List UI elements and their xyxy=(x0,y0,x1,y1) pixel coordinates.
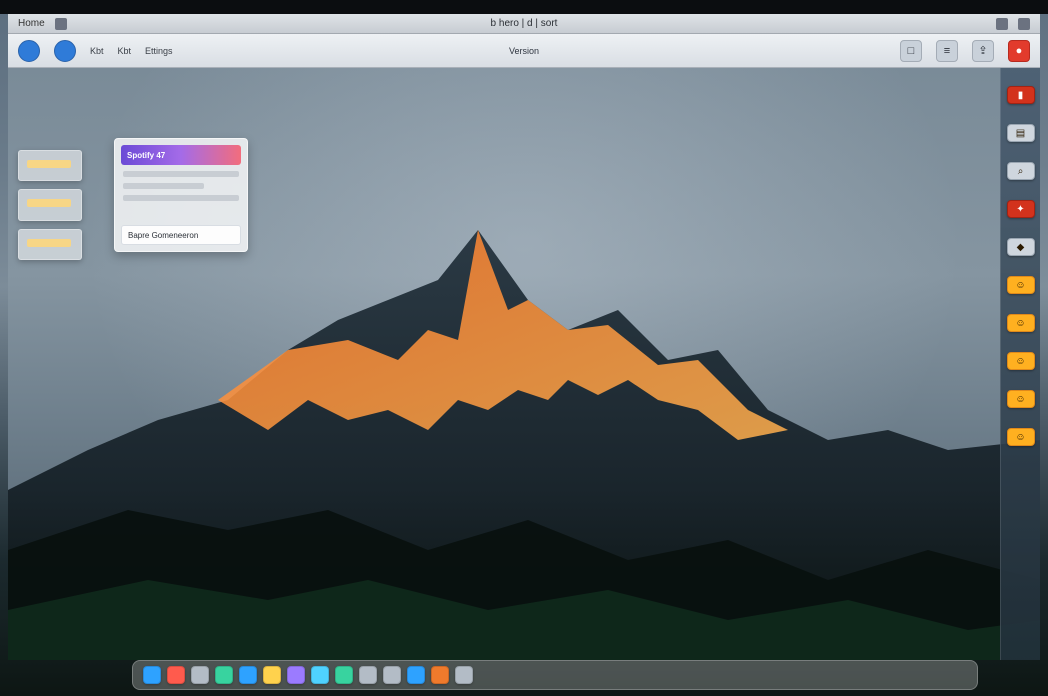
circle-button[interactable] xyxy=(18,39,40,62)
toolbar-text-1[interactable]: Kbt xyxy=(90,46,104,56)
photos-app-icon[interactable] xyxy=(263,666,281,684)
widget-footer[interactable]: Bapre Gomeneeron xyxy=(121,225,241,245)
close-app-button[interactable]: ● xyxy=(1008,39,1030,62)
terminal-app-icon[interactable] xyxy=(359,666,377,684)
smile-icon[interactable]: ☺ xyxy=(1006,428,1035,446)
search-icon[interactable]: ⌕ xyxy=(1006,162,1035,180)
mail-app-icon[interactable] xyxy=(239,666,257,684)
settings-app-icon[interactable] xyxy=(383,666,401,684)
bottom-dock xyxy=(132,660,978,690)
widget-line xyxy=(123,171,239,177)
smile-icon[interactable]: ☺ xyxy=(1006,352,1035,370)
trash-app-icon[interactable] xyxy=(455,666,473,684)
toolbar: Kbt Kbt Ettings Version □ ≡ ⇪ ● xyxy=(8,34,1040,68)
files-app-icon[interactable] xyxy=(431,666,449,684)
rock-icon[interactable]: ◆ xyxy=(1006,238,1035,256)
smile-icon[interactable]: ☺ xyxy=(1006,314,1035,332)
right-dock: ▮ ▤ ⌕ ✦ ◆ ☺ ☺ ☺ ☺ ☺ xyxy=(1000,68,1040,660)
music-app-icon[interactable] xyxy=(287,666,305,684)
stack-card-2[interactable] xyxy=(18,189,82,221)
toolbar-right: □ ≡ ⇪ ● xyxy=(900,39,1030,62)
widget-header: Spotify 47 xyxy=(121,145,241,165)
window-left-controls: Home xyxy=(18,17,67,30)
stack-card-1[interactable] xyxy=(18,150,82,182)
window-icon[interactable]: □ xyxy=(900,39,922,62)
window-title: b hero | d | sort xyxy=(490,18,558,29)
toolbar-text-3[interactable]: Ettings xyxy=(145,46,173,56)
widget-line-short xyxy=(123,183,205,189)
stack-card-highlight-1 xyxy=(27,160,71,168)
toolbar-center-label: Version xyxy=(508,45,540,56)
toolbar-text-2[interactable]: Kbt xyxy=(118,46,132,56)
mountain-svg xyxy=(8,230,1040,660)
widget-line-2 xyxy=(123,195,239,201)
safari-app-icon[interactable] xyxy=(311,666,329,684)
note-icon[interactable]: ▤ xyxy=(1006,124,1035,142)
circle-button-2[interactable] xyxy=(54,39,76,62)
finder-app-icon[interactable] xyxy=(143,666,161,684)
notes-app-icon[interactable] xyxy=(191,666,209,684)
left-widget-stack xyxy=(18,150,82,260)
bird-icon[interactable]: ✦ xyxy=(1006,200,1035,218)
toolbar-left: Kbt Kbt Ettings xyxy=(18,39,173,62)
pin-icon[interactable]: ▮ xyxy=(1006,86,1035,104)
maps-app-icon[interactable] xyxy=(335,666,353,684)
stack-card-3[interactable] xyxy=(18,228,82,260)
store-app-icon[interactable] xyxy=(407,666,425,684)
stack-card-highlight-2 xyxy=(27,199,71,208)
smile-icon[interactable]: ☺ xyxy=(1006,390,1035,408)
layers-icon[interactable]: ≡ xyxy=(936,39,958,62)
messages-app-icon[interactable] xyxy=(215,666,233,684)
stack-card-highlight-3 xyxy=(27,238,71,247)
desktop-screen: Home b hero | d | sort Kbt Kbt Ettings V… xyxy=(0,14,1048,696)
window-title-bar: Home b hero | d | sort xyxy=(8,14,1040,34)
widget-lines xyxy=(115,171,247,201)
share-icon[interactable]: ⇪ xyxy=(972,39,994,62)
mountain-range xyxy=(8,190,1040,660)
apple-menu-icon[interactable] xyxy=(54,17,67,30)
window-left-label[interactable]: Home xyxy=(18,18,45,29)
wifi-icon[interactable] xyxy=(996,17,1008,30)
window-status-icons xyxy=(996,17,1030,30)
battery-icon[interactable] xyxy=(1018,17,1030,30)
calendar-app-icon[interactable] xyxy=(167,666,185,684)
floating-widget[interactable]: Spotify 47 Bapre Gomeneeron xyxy=(114,138,248,252)
smile-icon[interactable]: ☺ xyxy=(1006,276,1035,294)
wallpaper-mountain: Spotify 47 Bapre Gomeneeron xyxy=(8,68,1040,660)
